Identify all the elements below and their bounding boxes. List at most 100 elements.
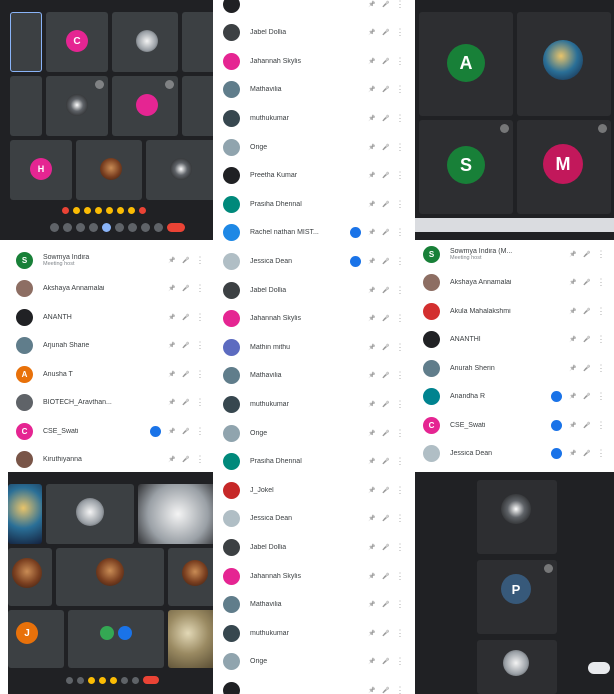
- mic-icon[interactable]: 🎤: [379, 201, 393, 208]
- more-vert-icon[interactable]: ⋮: [393, 685, 407, 694]
- mic-icon[interactable]: 🎤: [379, 287, 393, 294]
- participant-row[interactable]: Jessica Dean 📌 🎤 ⋮: [215, 247, 413, 275]
- mic-icon[interactable]: 🎤: [379, 487, 393, 494]
- participant-row[interactable]: Mathavilia 📌 🎤 ⋮: [215, 362, 413, 390]
- participant-row[interactable]: Akshaya Annamalai 📌 🎤 ⋮: [8, 275, 213, 303]
- present-icon[interactable]: [121, 676, 128, 684]
- video-tile[interactable]: M: [517, 120, 611, 214]
- participant-row[interactable]: Prasiha Dhennal 📌 🎤 ⋮: [215, 448, 413, 476]
- more-vert-icon[interactable]: ⋮: [393, 0, 407, 10]
- pin-icon[interactable]: 📌: [365, 229, 379, 236]
- more-vert-icon[interactable]: ⋮: [393, 285, 407, 296]
- participant-row[interactable]: Orige 📌 🎤 ⋮: [215, 648, 413, 676]
- participant-row[interactable]: Jabel Dollia 📌 🎤 ⋮: [215, 533, 413, 561]
- participant-row[interactable]: C CSE_Swati 📌 🎤 ⋮: [415, 411, 614, 439]
- pin-icon[interactable]: 📌: [165, 257, 179, 264]
- participant-row[interactable]: Preetha Kumar 📌 🎤 ⋮: [215, 162, 413, 190]
- more-vert-icon[interactable]: ⋮: [193, 426, 207, 437]
- pin-icon[interactable]: 📌: [365, 58, 379, 65]
- participant-row[interactable]: BIOTECH_Aravthan... 📌 🎤 ⋮: [8, 389, 213, 417]
- more-vert-icon[interactable]: ⋮: [393, 113, 407, 124]
- participant-row[interactable]: A Anusha T 📌 🎤 ⋮: [8, 360, 213, 388]
- participant-row[interactable]: Rachel nathan MIST... 📌 🎤 ⋮: [215, 219, 413, 247]
- participant-row[interactable]: Mathavilia 📌 🎤 ⋮: [215, 591, 413, 619]
- mic-icon[interactable]: [50, 223, 59, 232]
- video-tile[interactable]: A: [419, 12, 513, 116]
- pin-icon[interactable]: 📌: [365, 115, 379, 122]
- more-vert-icon[interactable]: ⋮: [193, 312, 207, 323]
- mic-icon[interactable]: 🎤: [379, 58, 393, 65]
- camera-icon[interactable]: [63, 223, 72, 232]
- mic-icon[interactable]: 🎤: [179, 428, 193, 435]
- pin-icon[interactable]: 📌: [566, 450, 580, 457]
- participant-row[interactable]: muthukumar 📌 🎤 ⋮: [215, 619, 413, 647]
- pin-icon[interactable]: 📌: [365, 258, 379, 265]
- mic-icon[interactable]: 🎤: [379, 430, 393, 437]
- mic-icon[interactable]: 🎤: [379, 172, 393, 179]
- reaction-icon[interactable]: [117, 207, 124, 214]
- camera-icon[interactable]: [77, 676, 84, 684]
- more-vert-icon[interactable]: ⋮: [193, 255, 207, 266]
- mic-icon[interactable]: 🎤: [580, 308, 594, 315]
- end-call-button[interactable]: [143, 676, 159, 684]
- pin-icon[interactable]: 📌: [365, 29, 379, 36]
- participant-row[interactable]: Jabel Dollia 📌 🎤 ⋮: [215, 19, 413, 47]
- participant-row[interactable]: C CSE_Swati 📌 🎤 ⋮: [8, 417, 213, 445]
- participant-row[interactable]: Akshaya Annamalai 📌 🎤 ⋮: [415, 269, 614, 297]
- more-vert-icon[interactable]: ⋮: [193, 397, 207, 408]
- participant-row[interactable]: Jessica Dean 📌 🎤 ⋮: [215, 505, 413, 533]
- mic-icon[interactable]: 🎤: [379, 401, 393, 408]
- pin-icon[interactable]: 📌: [365, 544, 379, 551]
- pin-icon[interactable]: 📌: [165, 285, 179, 292]
- video-tile[interactable]: [8, 484, 42, 544]
- pin-icon[interactable]: 📌: [566, 251, 580, 258]
- more-vert-icon[interactable]: ⋮: [393, 27, 407, 38]
- mic-icon[interactable]: 🎤: [379, 86, 393, 93]
- video-tile[interactable]: [477, 480, 557, 554]
- mic-icon[interactable]: 🎤: [580, 336, 594, 343]
- pin-icon[interactable]: 📌: [365, 515, 379, 522]
- pin-icon[interactable]: 📌: [566, 336, 580, 343]
- mic-icon[interactable]: 🎤: [379, 258, 393, 265]
- reaction-icon[interactable]: [84, 207, 91, 214]
- more-vert-icon[interactable]: ⋮: [193, 283, 207, 294]
- mic-icon[interactable]: 🎤: [580, 450, 594, 457]
- pin-icon[interactable]: 📌: [365, 372, 379, 379]
- reaction-icon[interactable]: [95, 207, 102, 214]
- pin-icon[interactable]: 📌: [365, 1, 379, 8]
- video-tile[interactable]: [477, 640, 557, 694]
- pin-icon[interactable]: 📌: [365, 430, 379, 437]
- video-tile[interactable]: [10, 12, 42, 72]
- pin-icon[interactable]: 📌: [365, 601, 379, 608]
- chat-bubble-icon[interactable]: [588, 662, 610, 674]
- pin-icon[interactable]: 📌: [566, 279, 580, 286]
- people-icon[interactable]: [154, 223, 163, 232]
- pin-icon[interactable]: 📌: [365, 573, 379, 580]
- participant-row[interactable]: 📌 🎤 ⋮: [215, 676, 413, 694]
- video-tile[interactable]: [46, 484, 134, 544]
- more-vert-icon[interactable]: ⋮: [393, 84, 407, 95]
- mic-icon[interactable]: 🎤: [179, 314, 193, 321]
- mic-icon[interactable]: 🎤: [580, 279, 594, 286]
- reaction-icon[interactable]: [128, 207, 135, 214]
- pin-icon[interactable]: 📌: [566, 422, 580, 429]
- participant-row[interactable]: Mathin mithu 📌 🎤 ⋮: [215, 333, 413, 361]
- pin-icon[interactable]: 📌: [365, 630, 379, 637]
- mic-icon[interactable]: 🎤: [179, 371, 193, 378]
- mic-icon[interactable]: 🎤: [379, 144, 393, 151]
- more-vert-icon[interactable]: ⋮: [393, 456, 407, 467]
- pin-icon[interactable]: 📌: [365, 487, 379, 494]
- pin-icon[interactable]: 📌: [365, 287, 379, 294]
- pin-icon[interactable]: 📌: [165, 371, 179, 378]
- video-tile[interactable]: [168, 548, 213, 606]
- more-vert-icon[interactable]: ⋮: [393, 313, 407, 324]
- more-vert-icon[interactable]: ⋮: [393, 370, 407, 381]
- more-vert-icon[interactable]: ⋮: [393, 428, 407, 439]
- participant-row[interactable]: Jahannah Skylis 📌 🎤 ⋮: [215, 562, 413, 590]
- emoji-icon[interactable]: [110, 676, 117, 684]
- video-tile[interactable]: [112, 76, 178, 136]
- participant-row[interactable]: ANANTH 📌 🎤 ⋮: [8, 303, 213, 331]
- mic-icon[interactable]: 🎤: [379, 372, 393, 379]
- participant-row[interactable]: Prasiha Dhennal 📌 🎤 ⋮: [215, 190, 413, 218]
- video-tile[interactable]: [138, 484, 213, 544]
